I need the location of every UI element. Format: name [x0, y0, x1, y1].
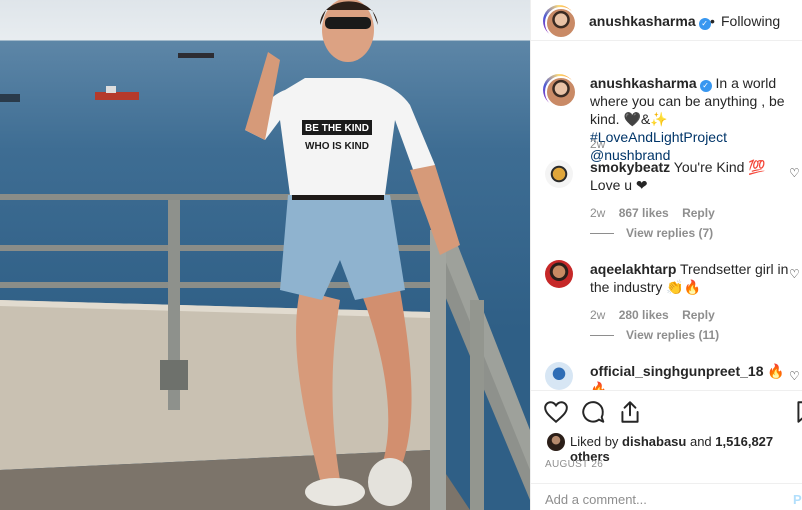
view-replies-button[interactable]: View replies (7) — [590, 226, 713, 240]
comments-list[interactable]: anushkasharma ✓ In a world where you can … — [531, 42, 802, 390]
comment-timestamp[interactable]: 2w — [590, 206, 605, 220]
post-date[interactable]: AUGUST 26 — [545, 459, 603, 470]
caption-hashtag[interactable]: #LoveAndLightProject — [590, 129, 727, 145]
liked-by-user[interactable]: dishabasu — [622, 434, 686, 449]
liked-by-line: Liked by dishabasu and 1,516,827 others — [570, 434, 802, 464]
comment-reply-button[interactable]: Reply — [682, 206, 715, 220]
liked-by-and: and — [689, 434, 712, 449]
commenter-avatar[interactable] — [545, 160, 573, 188]
comment-icon[interactable] — [580, 399, 606, 425]
liked-by-avatar[interactable] — [547, 433, 565, 451]
share-icon[interactable] — [617, 399, 643, 425]
post-header: anushkasharma ✓ • Following — [531, 0, 802, 41]
comment-username[interactable]: official_singhgunpreet_18 — [590, 363, 763, 379]
verified-badge-icon: ✓ — [698, 18, 711, 30]
add-comment-bar: Post — [531, 483, 802, 510]
comment-item: official_singhgunpreet_18 🔥 🔥 — [590, 362, 794, 390]
liked-by-prefix: Liked by — [570, 434, 619, 449]
post-sidebar: anushkasharma ✓ • Following anushkasharma… — [530, 0, 802, 510]
author-avatar[interactable] — [543, 5, 577, 39]
commenter-avatar[interactable] — [545, 260, 573, 288]
comment-likes[interactable]: 280 likes — [619, 308, 669, 322]
add-comment-input[interactable] — [545, 492, 765, 507]
comment-like-heart-icon[interactable]: ♡ — [789, 268, 801, 280]
verified-badge-icon: ✓ — [699, 80, 712, 92]
following-button[interactable]: Following — [721, 13, 780, 29]
comment-item: smokybeatz You're Kind 💯 Love u ❤ — [590, 158, 794, 194]
comment-like-heart-icon[interactable]: ♡ — [789, 167, 801, 179]
caption-username[interactable]: anushkasharma — [590, 75, 697, 91]
comment-reply-button[interactable]: Reply — [682, 308, 715, 322]
caption-timestamp[interactable]: 2w — [590, 137, 605, 151]
post-actions: Liked by dishabasu and 1,516,827 others … — [531, 390, 802, 510]
comment-like-heart-icon[interactable]: ♡ — [789, 370, 801, 382]
comment-item: aqeelakhtarp Trendsetter girl in the ind… — [590, 260, 794, 296]
post-photo[interactable]: BE THE KIND WHO IS KIND — [0, 0, 530, 510]
post-caption: anushkasharma ✓ In a world where you can … — [590, 74, 800, 164]
commenter-avatar[interactable] — [545, 362, 573, 390]
shirt-text-line1: BE THE KIND — [305, 123, 369, 134]
comment-timestamp[interactable]: 2w — [590, 308, 605, 322]
caption-avatar[interactable] — [543, 74, 577, 108]
comment-meta: 2w 867 likes Reply — [590, 206, 725, 220]
author-name[interactable]: anushkasharma ✓ — [589, 13, 711, 30]
comment-username[interactable]: smokybeatz — [590, 159, 670, 175]
heart-icon[interactable] — [543, 399, 569, 425]
comment-meta: 2w 280 likes Reply — [590, 308, 725, 322]
header-separator: • — [710, 13, 715, 29]
bookmark-icon[interactable] — [793, 399, 802, 425]
comment-likes[interactable]: 867 likes — [619, 206, 669, 220]
post-photo-illustration: BE THE KIND WHO IS KIND — [0, 0, 530, 510]
comment-username[interactable]: aqeelakhtarp — [590, 261, 676, 277]
author-username[interactable]: anushkasharma — [589, 13, 696, 29]
post-comment-button[interactable]: Post — [793, 492, 802, 507]
shirt-text-line2: WHO IS KIND — [305, 141, 369, 152]
view-replies-button[interactable]: View replies (11) — [590, 328, 719, 342]
